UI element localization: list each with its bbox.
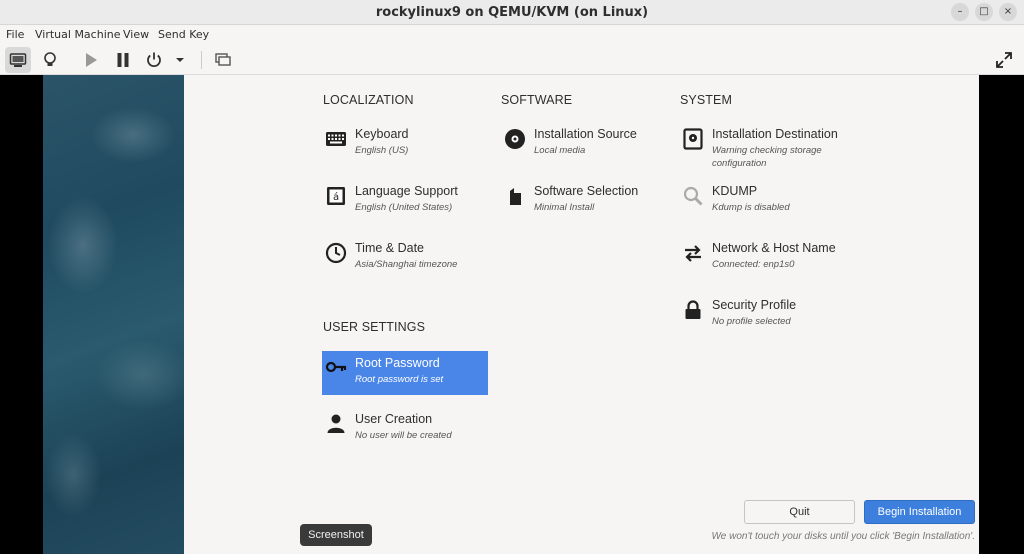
pause-icon <box>117 53 129 67</box>
virt-manager-window: rockylinux9 on QEMU/KVM (on Linux) – □ ×… <box>0 0 1024 554</box>
shutdown-menu-button[interactable] <box>170 47 190 73</box>
spoke-installation-destination[interactable]: Installation Destination Warning checkin… <box>680 122 846 169</box>
dropdown-arrow-icon <box>176 58 184 62</box>
menu-bar: File Virtual Machine View Send Key <box>0 25 1024 45</box>
spoke-keyboard-status: English (US) <box>355 145 409 156</box>
disc-icon <box>505 129 525 149</box>
spoke-kdump[interactable]: KDUMP Kdump is disabled <box>680 179 846 223</box>
lock-icon <box>685 300 701 319</box>
minimize-icon: – <box>957 6 963 17</box>
pause-button[interactable] <box>110 47 136 73</box>
maximize-button[interactable]: □ <box>975 3 993 21</box>
window-title: rockylinux9 on QEMU/KVM (on Linux) <box>375 5 649 20</box>
clock-icon <box>325 242 347 264</box>
run-button[interactable] <box>78 47 104 73</box>
key-icon <box>325 361 347 373</box>
category-user-settings: USER SETTINGS <box>323 320 426 334</box>
category-software: SOFTWARE <box>501 93 573 107</box>
menu-view[interactable]: View <box>123 28 149 41</box>
category-localization: LOCALIZATION <box>323 93 414 107</box>
network-arrows-icon <box>685 245 701 262</box>
language-icon: á <box>327 187 345 205</box>
fullscreen-icon <box>996 52 1012 68</box>
harddisk-icon <box>683 128 703 150</box>
spoke-language-status: English (United States) <box>355 202 453 213</box>
spoke-kdump-label: KDUMP <box>712 184 758 198</box>
spoke-network-status: Connected: enp1s0 <box>712 259 795 270</box>
maximize-icon: □ <box>979 6 989 17</box>
spoke-root-password[interactable]: Root Password Root password is set <box>322 351 488 395</box>
power-icon <box>147 52 161 67</box>
title-bar[interactable]: rockylinux9 on QEMU/KVM (on Linux) – □ × <box>0 0 1024 25</box>
snapshots-button[interactable] <box>210 47 236 73</box>
spoke-root-status: Root password is set <box>355 374 444 385</box>
console-icon <box>9 53 27 67</box>
spoke-keyboard[interactable]: Keyboard English (US) <box>323 122 489 166</box>
spoke-kdump-status: Kdump is disabled <box>712 202 790 213</box>
fullscreen-button[interactable] <box>991 47 1017 73</box>
snapshots-icon <box>215 53 231 66</box>
shutdown-button[interactable] <box>141 47 167 73</box>
details-button[interactable] <box>37 47 63 73</box>
spoke-time-date[interactable]: Time & Date Asia/Shanghai timezone <box>323 236 489 280</box>
keyboard-icon <box>326 132 346 146</box>
spoke-user-status: No user will be created <box>355 430 452 441</box>
spoke-destination-status: Warning checking storage configuration <box>712 145 822 169</box>
spoke-language-support[interactable]: á Language Support English (United State… <box>323 179 489 223</box>
spoke-installation-source[interactable]: Installation Source Local media <box>502 122 668 166</box>
user-icon <box>327 414 345 433</box>
close-icon: × <box>1003 6 1013 17</box>
magnifier-icon <box>683 186 703 206</box>
spoke-security-label: Security Profile <box>712 298 797 312</box>
spoke-time-status: Asia/Shanghai timezone <box>355 259 458 270</box>
begin-installation-note: We won't touch your disks until you clic… <box>711 531 975 542</box>
spoke-security-status: No profile selected <box>712 316 791 327</box>
toolbar <box>0 45 1024 75</box>
spoke-language-label: Language Support <box>355 184 458 198</box>
minimize-button[interactable]: – <box>951 3 969 21</box>
spoke-time-label: Time & Date <box>355 241 425 255</box>
svg-text:á: á <box>333 191 339 203</box>
details-lightbulb-icon <box>44 52 56 66</box>
spoke-source-label: Installation Source <box>534 127 637 141</box>
menu-file[interactable]: File <box>6 28 24 41</box>
quit-button[interactable]: Quit <box>744 500 855 524</box>
spoke-network-label: Network & Host Name <box>712 241 836 255</box>
menu-virtual-machine[interactable]: Virtual Machine <box>35 28 121 41</box>
spoke-network-hostname[interactable]: Network & Host Name Connected: enp1s0 <box>680 236 846 280</box>
spoke-user-label: User Creation <box>355 412 433 426</box>
close-button[interactable]: × <box>999 3 1017 21</box>
run-play-icon <box>86 53 97 67</box>
spoke-keyboard-label: Keyboard <box>355 127 409 141</box>
begin-installation-button[interactable]: Begin Installation <box>864 500 975 524</box>
screenshot-tooltip: Screenshot <box>300 524 372 546</box>
spoke-security-profile[interactable]: Security Profile No profile selected <box>680 293 846 337</box>
spoke-user-creation[interactable]: User Creation No user will be created <box>323 407 489 451</box>
console-button[interactable] <box>5 47 31 73</box>
spoke-software-selection[interactable]: Software Selection Minimal Install <box>502 179 668 223</box>
installer-sidebar-image <box>43 75 184 554</box>
spoke-software-status: Minimal Install <box>534 202 595 213</box>
toolbar-separator <box>201 51 202 69</box>
package-icon <box>510 188 521 205</box>
category-system: SYSTEM <box>680 93 732 107</box>
spoke-root-label: Root Password <box>355 356 440 370</box>
spoke-software-label: Software Selection <box>534 184 639 198</box>
menu-send-key[interactable]: Send Key <box>158 28 209 41</box>
spoke-destination-label: Installation Destination <box>712 127 838 141</box>
spoke-source-status: Local media <box>534 145 586 156</box>
